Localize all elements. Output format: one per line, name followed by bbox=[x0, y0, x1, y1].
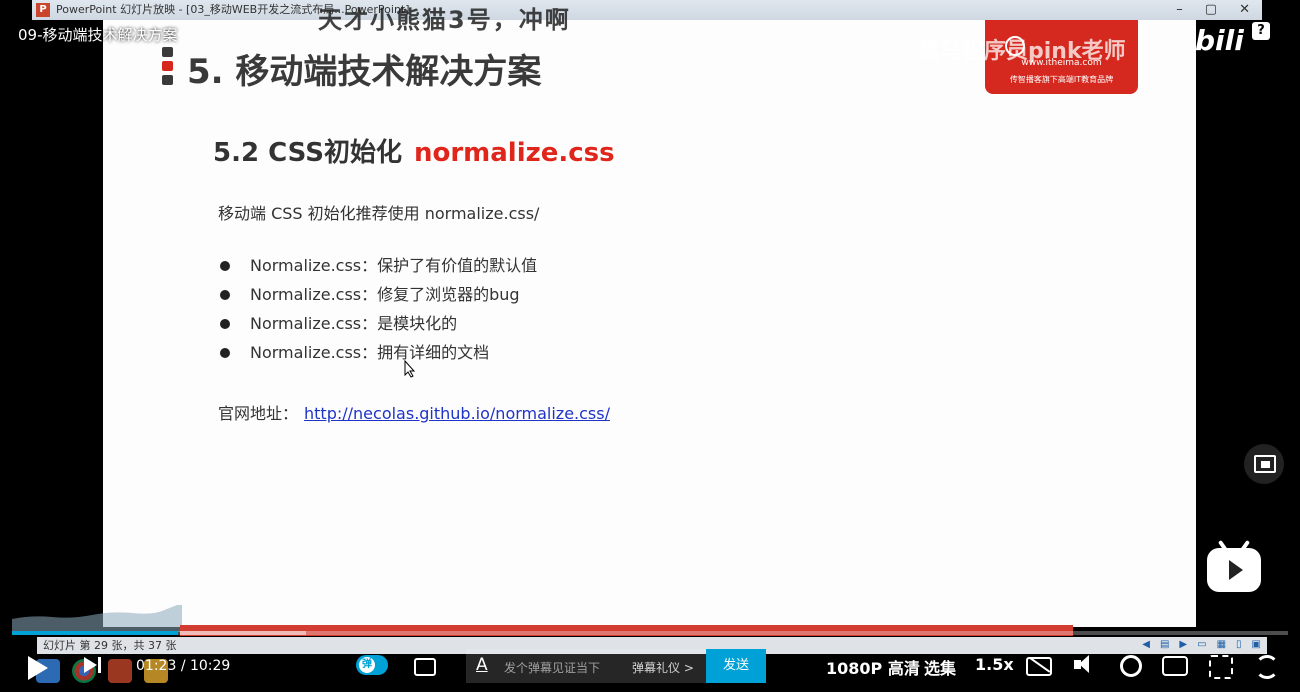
site-line: 官网地址： http://necolas.github.io/normalize.… bbox=[218, 400, 610, 424]
bullet-dot-icon bbox=[220, 290, 230, 300]
video-player[interactable]: P PowerPoint 幻灯片放映 - [03_移动WEB开发之流式布局...… bbox=[0, 0, 1300, 692]
video-title: 09-移动端技术解决方案 bbox=[18, 26, 178, 44]
episodes-button[interactable]: 选集 bbox=[924, 655, 956, 679]
danmaku-settings-icon[interactable] bbox=[414, 656, 438, 676]
help-icon[interactable]: ? bbox=[1252, 22, 1270, 40]
bullet-text: Normalize.css：拥有详细的文档 bbox=[250, 343, 490, 362]
speed-button[interactable]: 1.5x bbox=[975, 655, 1014, 674]
bullet-item: Normalize.css：是模块化的 bbox=[218, 314, 537, 343]
play-button[interactable] bbox=[28, 656, 48, 680]
picture-in-picture-icon[interactable] bbox=[1244, 444, 1284, 484]
section-heading: 5.2 CSS初始化 normalize.css bbox=[213, 132, 615, 169]
restore-icon: ▢ bbox=[1204, 2, 1218, 17]
bullet-text: Normalize.css：保护了有价值的默认值 bbox=[250, 256, 538, 275]
danmaku-placeholder: 发个弹幕见证当下 bbox=[504, 661, 601, 675]
bullet-dot-icon bbox=[220, 348, 230, 358]
slide-title: 5. 移动端技术解决方案 bbox=[187, 52, 542, 92]
section-heading-text: 5.2 CSS初始化 bbox=[213, 138, 402, 168]
powerpoint-title-bar: P PowerPoint 幻灯片放映 - [03_移动WEB开发之流式布局...… bbox=[32, 0, 1262, 20]
heat-wave bbox=[12, 605, 182, 632]
bilibili-logo: bili bbox=[1195, 24, 1244, 57]
subtitle-off-icon[interactable] bbox=[1026, 654, 1052, 676]
danmaku-comment: 天才小熊猫3号，冲啊 bbox=[318, 6, 571, 34]
intro-text: 移动端 CSS 初始化推荐使用 normalize.css/ bbox=[218, 204, 540, 223]
bullet-list: Normalize.css：保护了有价值的默认值 Normalize.css：修… bbox=[218, 256, 537, 372]
danmaku-style-icon[interactable]: A bbox=[476, 655, 488, 675]
bullet-item: Normalize.css：修复了浏览器的bug bbox=[218, 285, 537, 314]
slide: 5. 移动端技术解决方案 www.itheima.com 传智播客旗下高端IT教… bbox=[103, 20, 1196, 627]
progress-played bbox=[12, 631, 178, 635]
bullet-item: Normalize.css：拥有详细的文档 bbox=[218, 343, 537, 372]
duration: 10:29 bbox=[189, 658, 231, 674]
time-separator: / bbox=[180, 658, 186, 674]
time-display: 01:23 / 10:29 bbox=[136, 658, 230, 674]
danmaku-toggle[interactable] bbox=[356, 655, 388, 675]
gear-icon[interactable] bbox=[1118, 654, 1144, 677]
title-marker-icon bbox=[162, 47, 174, 89]
send-button[interactable]: 发送 bbox=[706, 649, 766, 683]
window-buttons: – ▢ ✕ bbox=[1176, 0, 1250, 20]
brand-subtitle: 传智播客旗下高端IT教育品牌 bbox=[1009, 75, 1114, 84]
fullscreen-icon[interactable] bbox=[1252, 654, 1279, 679]
minimize-icon: – bbox=[1176, 2, 1183, 17]
web-fullscreen-icon[interactable] bbox=[1208, 654, 1234, 679]
bullet-text: Normalize.css：修复了浏览器的bug bbox=[250, 285, 520, 304]
section-heading-accent: normalize.css bbox=[413, 138, 615, 168]
bullet-dot-icon bbox=[220, 261, 230, 271]
progress-buffer bbox=[180, 631, 306, 635]
close-icon: ✕ bbox=[1239, 2, 1250, 17]
bilibili-tv-icon[interactable] bbox=[1207, 539, 1261, 592]
site-link[interactable]: http://necolas.github.io/normalize.css/ bbox=[304, 404, 610, 423]
danmaku-etiquette-link[interactable]: 弹幕礼仪 > bbox=[632, 659, 694, 676]
widescreen-icon[interactable] bbox=[1162, 654, 1188, 676]
watermark: 黑马程序员pink老师 bbox=[918, 39, 1126, 64]
mouse-cursor-icon bbox=[404, 360, 416, 378]
powerpoint-icon: P bbox=[36, 3, 50, 17]
quality-button[interactable]: 1080P 高清 bbox=[826, 655, 920, 679]
site-label: 官网地址： bbox=[218, 404, 299, 423]
volume-icon[interactable] bbox=[1074, 654, 1100, 676]
bullet-item: Normalize.css：保护了有价值的默认值 bbox=[218, 256, 537, 285]
danmaku-input[interactable]: A 发个弹幕见证当下 弹幕礼仪 > bbox=[466, 649, 706, 683]
bullet-dot-icon bbox=[220, 319, 230, 329]
player-controls: 01:23 / 10:29 A 发个弹幕见证当下 弹幕礼仪 > 发送 1080P… bbox=[0, 646, 1300, 692]
current-time: 01:23 bbox=[136, 658, 177, 674]
bullet-text: Normalize.css：是模块化的 bbox=[250, 314, 458, 333]
